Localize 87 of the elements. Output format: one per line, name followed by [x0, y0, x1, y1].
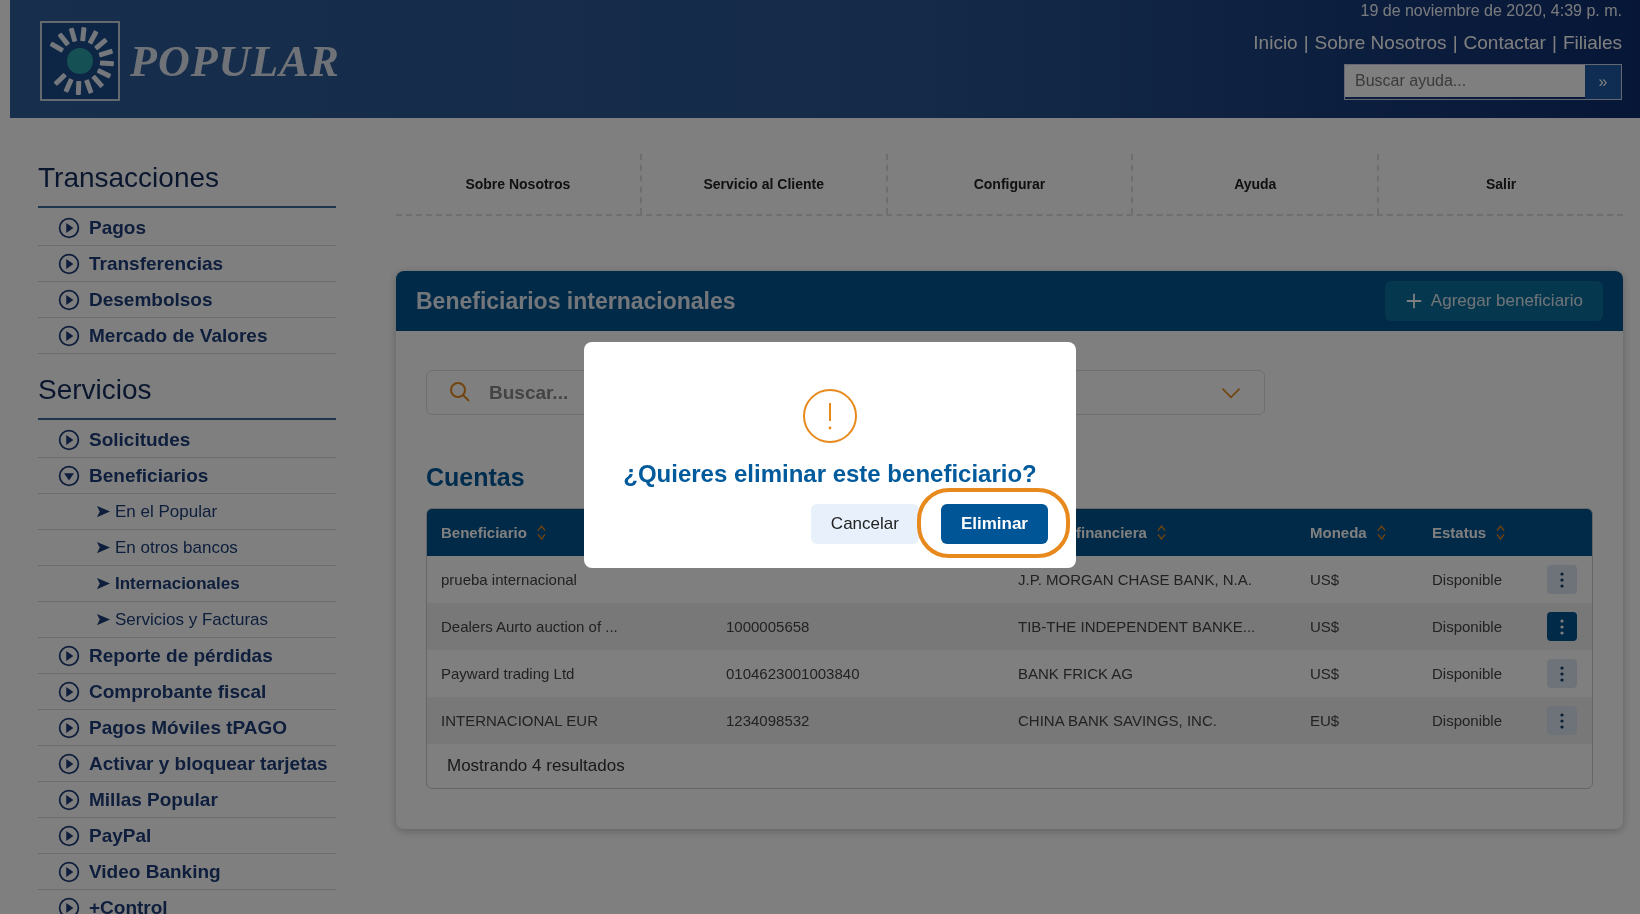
table-cell: Disponible: [1432, 618, 1503, 635]
table-cell: prueba internacional: [441, 571, 577, 588]
table-cell: EU$: [1310, 712, 1340, 729]
sort-icon: [536, 524, 546, 541]
header-link[interactable]: Contactar: [1463, 32, 1546, 54]
triangle-icon: [96, 540, 111, 555]
sidebar-item[interactable]: PayPal: [38, 818, 336, 854]
sidebar-item[interactable]: +Control: [38, 890, 336, 914]
column-header[interactable]: Moneda: [1310, 524, 1367, 541]
vertical-dots-icon: [1560, 665, 1564, 682]
table-cell: US$: [1310, 665, 1340, 682]
vertical-dots-icon: [1560, 712, 1564, 729]
table-cell: Disponible: [1432, 571, 1503, 588]
logo-sun-icon: [38, 21, 122, 101]
table-cell: INTERNACIONAL EUR: [441, 712, 598, 729]
dialog-title: ¿Quieres eliminar este beneficiario?: [623, 460, 1037, 488]
nav-link[interactable]: Configurar: [887, 154, 1134, 214]
table-cell: Payward trading Ltd: [441, 665, 575, 682]
table-cell: US$: [1310, 618, 1340, 635]
sidebar-item[interactable]: Beneficiarios: [38, 458, 336, 494]
submenu-item[interactable]: En otros bancos: [38, 530, 336, 566]
table-cell: 0104623001003840: [726, 665, 860, 682]
header-link[interactable]: Filiales: [1562, 32, 1622, 54]
table-cell: 1234098532: [726, 712, 810, 729]
warning-icon: [802, 388, 858, 444]
vertical-dots-icon: [1560, 571, 1564, 588]
more-options-button[interactable]: [1547, 706, 1577, 735]
table-cell: TIB-THE INDEPENDENT BANKE...: [1018, 618, 1256, 635]
sort-icon: [1376, 524, 1386, 541]
submenu-item[interactable]: Servicios y Facturas: [38, 602, 336, 638]
date-text: 19 de noviembre de 2020, 4:39 p. m.: [1360, 2, 1622, 21]
link-separator: |: [1303, 32, 1309, 54]
more-options-button[interactable]: [1547, 659, 1577, 688]
results-count: Mostrando 4 resultados: [446, 755, 625, 777]
panel-title: Beneficiarios internacionales: [416, 287, 736, 315]
add-beneficiary-button[interactable]: Agregar beneficiario: [1384, 281, 1603, 321]
triangle-icon: [96, 504, 111, 519]
nav-link[interactable]: Salir: [1379, 154, 1623, 214]
column-header[interactable]: Estatus: [1432, 524, 1487, 541]
sort-icon: [1156, 524, 1166, 541]
sidebar-item[interactable]: Video Banking: [38, 854, 336, 890]
submenu-item[interactable]: En el Popular: [38, 494, 336, 530]
cancel-button[interactable]: Cancelar: [810, 504, 919, 544]
column-header[interactable]: Beneficiario: [441, 524, 527, 541]
more-options-button[interactable]: [1547, 612, 1577, 641]
table-cell: J.P. MORGAN CHASE BANK, N.A.: [1018, 571, 1252, 588]
sidebar-item[interactable]: Millas Popular: [38, 782, 336, 818]
plus-icon: [1404, 292, 1423, 310]
sidebar-item[interactable]: Comprobante fiscal: [38, 674, 336, 710]
sidebar-item[interactable]: Desembolsos: [38, 282, 336, 318]
nav-link[interactable]: Sobre Nosotros: [396, 154, 642, 214]
header-link[interactable]: Inicio: [1253, 32, 1298, 54]
link-separator: |: [1551, 32, 1557, 54]
nav-link[interactable]: Servicio al Cliente: [641, 154, 888, 214]
more-options-button[interactable]: [1547, 565, 1577, 594]
triangle-icon: [96, 576, 111, 591]
search-button[interactable]: »: [1585, 65, 1621, 99]
column-header[interactable]: financiera: [1076, 524, 1147, 541]
delete-button[interactable]: Eliminar: [940, 504, 1048, 544]
section-heading: Transacciones: [38, 162, 336, 208]
nav-link[interactable]: Ayuda: [1133, 154, 1380, 214]
sort-icon: [1496, 524, 1506, 541]
logo-text: POPULAR: [130, 35, 340, 87]
sidebar-item[interactable]: Activar y bloquear tarjetas: [38, 746, 336, 782]
help-search-field[interactable]: Buscar ayuda...: [1345, 65, 1585, 97]
table-cell: Disponible: [1432, 712, 1503, 729]
sidebar-item[interactable]: Pagos: [38, 210, 336, 246]
vertical-dots-icon: [1560, 618, 1564, 635]
sidebar-item[interactable]: Pagos Móviles tPAGO: [38, 710, 336, 746]
triangle-icon: [96, 612, 111, 627]
section-heading: Servicios: [38, 374, 336, 420]
table-cell: Disponible: [1432, 665, 1503, 682]
sidebar-item[interactable]: Solicitudes: [38, 422, 336, 458]
sidebar-item[interactable]: Transferencias: [38, 246, 336, 282]
search-icon: [448, 380, 472, 404]
table-cell: US$: [1310, 571, 1340, 588]
table-cell: BANK FRICK AG: [1018, 665, 1134, 682]
table-cell: CHINA BANK SAVINGS, INC.: [1018, 712, 1217, 729]
table-cell: Dealers Aurto auction of ...: [441, 618, 618, 635]
sidebar-item[interactable]: Reporte de pérdidas: [38, 638, 336, 674]
table-cell: 1000005658: [726, 618, 810, 635]
section-title: Cuentas: [426, 463, 525, 492]
header-link[interactable]: Sobre Nosotros: [1314, 32, 1447, 54]
link-separator: |: [1452, 32, 1458, 54]
submenu-item[interactable]: Internacionales: [38, 566, 336, 602]
chevron-down-icon: [1220, 386, 1242, 399]
sidebar-item[interactable]: Mercado de Valores: [38, 318, 336, 354]
